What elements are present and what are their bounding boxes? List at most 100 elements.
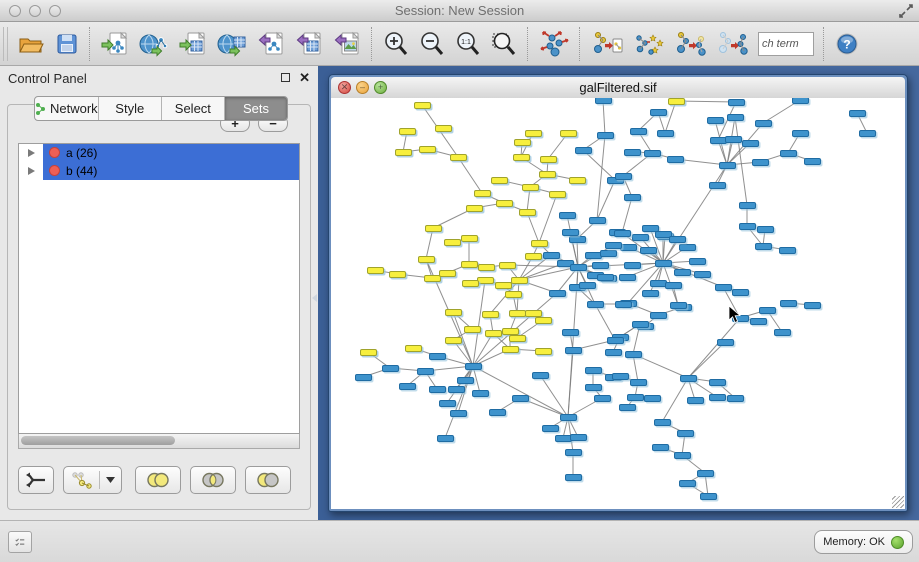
expand-triangle-icon[interactable] <box>28 149 35 157</box>
graph-node[interactable] <box>570 434 587 441</box>
graph-node[interactable] <box>779 247 796 254</box>
save-session-button[interactable] <box>53 26 81 62</box>
graph-node[interactable] <box>472 390 489 397</box>
graph-node[interactable] <box>585 252 602 259</box>
graph-node[interactable] <box>461 261 478 268</box>
graph-node[interactable] <box>531 240 548 247</box>
graph-node[interactable] <box>478 264 495 271</box>
graph-node[interactable] <box>559 212 576 219</box>
first-neighbors-button[interactable] <box>631 26 667 62</box>
graph-node[interactable] <box>549 191 566 198</box>
graph-node[interactable] <box>555 435 572 442</box>
graph-node[interactable] <box>462 280 479 287</box>
float-panel-icon[interactable] <box>281 73 290 82</box>
graph-node[interactable] <box>474 190 491 197</box>
graph-node[interactable] <box>655 260 672 267</box>
graph-node[interactable] <box>614 230 631 237</box>
graph-node[interactable] <box>780 300 797 307</box>
graph-node[interactable] <box>560 130 577 137</box>
graph-node[interactable] <box>607 337 624 344</box>
graph-node[interactable] <box>594 395 611 402</box>
graph-node[interactable] <box>612 373 629 380</box>
graph-node[interactable] <box>535 317 552 324</box>
graph-node[interactable] <box>619 274 636 281</box>
graph-node[interactable] <box>755 120 772 127</box>
graph-node[interactable] <box>728 99 745 106</box>
search-input[interactable] <box>758 32 814 56</box>
graph-node[interactable] <box>519 209 536 216</box>
graph-node[interactable] <box>654 419 671 426</box>
graph-node[interactable] <box>461 235 478 242</box>
network-frame-titlebar[interactable]: ✕ – + galFiltered.sif <box>331 77 905 99</box>
tab-network[interactable]: Network <box>35 97 99 120</box>
graph-node[interactable] <box>570 264 587 271</box>
graph-node[interactable] <box>429 386 446 393</box>
graph-node[interactable] <box>496 200 513 207</box>
graph-node[interactable] <box>709 394 726 401</box>
graph-node[interactable] <box>680 375 697 382</box>
graph-node[interactable] <box>709 182 726 189</box>
graph-node[interactable] <box>565 474 582 481</box>
graph-node[interactable] <box>509 335 526 342</box>
splitter-collapse-icon[interactable] <box>312 294 317 302</box>
difference-button[interactable] <box>245 466 291 494</box>
graph-node[interactable] <box>525 310 542 317</box>
graph-node[interactable] <box>630 379 647 386</box>
graph-node[interactable] <box>491 177 508 184</box>
graph-node[interactable] <box>355 374 372 381</box>
graph-node[interactable] <box>669 236 686 243</box>
graph-node[interactable] <box>466 205 483 212</box>
apply-layout-button[interactable] <box>537 26 571 62</box>
graph-node[interactable] <box>774 329 791 336</box>
graph-node[interactable] <box>640 247 657 254</box>
help-button[interactable]: ? <box>833 26 861 62</box>
graph-node[interactable] <box>424 275 441 282</box>
graph-node[interactable] <box>759 307 776 314</box>
graph-node[interactable] <box>569 236 586 243</box>
graph-node[interactable] <box>605 349 622 356</box>
export-network-button[interactable] <box>255 26 287 62</box>
tab-style[interactable]: Style <box>99 97 162 120</box>
graph-node[interactable] <box>719 162 736 169</box>
graph-node[interactable] <box>439 270 456 277</box>
graph-node[interactable] <box>619 404 636 411</box>
graph-node[interactable] <box>448 386 465 393</box>
graph-node[interactable] <box>677 430 694 437</box>
graph-node[interactable] <box>579 282 596 289</box>
graph-node[interactable] <box>670 302 687 309</box>
graph-node[interactable] <box>395 149 412 156</box>
graph-node[interactable] <box>605 242 622 249</box>
graph-node[interactable] <box>732 289 749 296</box>
graph-node[interactable] <box>739 202 756 209</box>
graph-node[interactable] <box>859 130 876 137</box>
graph-node[interactable] <box>624 149 641 156</box>
zoom-in-button[interactable] <box>381 26 411 62</box>
graph-node[interactable] <box>509 310 526 317</box>
graph-node[interactable] <box>792 130 809 137</box>
network-frame[interactable]: ✕ – + galFiltered.sif <box>328 74 908 512</box>
graph-node[interactable] <box>569 177 586 184</box>
zoom-fit-button[interactable]: 1:1 <box>453 26 483 62</box>
new-network-from-selection-button[interactable] <box>589 26 625 62</box>
resize-grip-icon[interactable] <box>892 496 904 508</box>
graph-node[interactable] <box>565 449 582 456</box>
graph-node[interactable] <box>595 98 612 104</box>
import-table-file-button[interactable] <box>177 26 209 62</box>
graph-node[interactable] <box>522 184 539 191</box>
graph-node[interactable] <box>689 258 706 265</box>
graph-node[interactable] <box>587 301 604 308</box>
graph-node[interactable] <box>752 159 769 166</box>
graph-node[interactable] <box>560 414 577 421</box>
graph-node[interactable] <box>674 452 691 459</box>
graph-node[interactable] <box>464 326 481 333</box>
graph-node[interactable] <box>632 321 649 328</box>
graph-node[interactable] <box>495 282 512 289</box>
graph-node[interactable] <box>575 147 592 154</box>
hide-selected-button[interactable] <box>673 26 709 62</box>
graph-node[interactable] <box>710 137 727 144</box>
graph-node[interactable] <box>615 173 632 180</box>
graph-node[interactable] <box>679 480 696 487</box>
set-row-b[interactable]: b (44) <box>19 162 299 180</box>
graph-node[interactable] <box>644 395 661 402</box>
graph-node[interactable] <box>389 271 406 278</box>
